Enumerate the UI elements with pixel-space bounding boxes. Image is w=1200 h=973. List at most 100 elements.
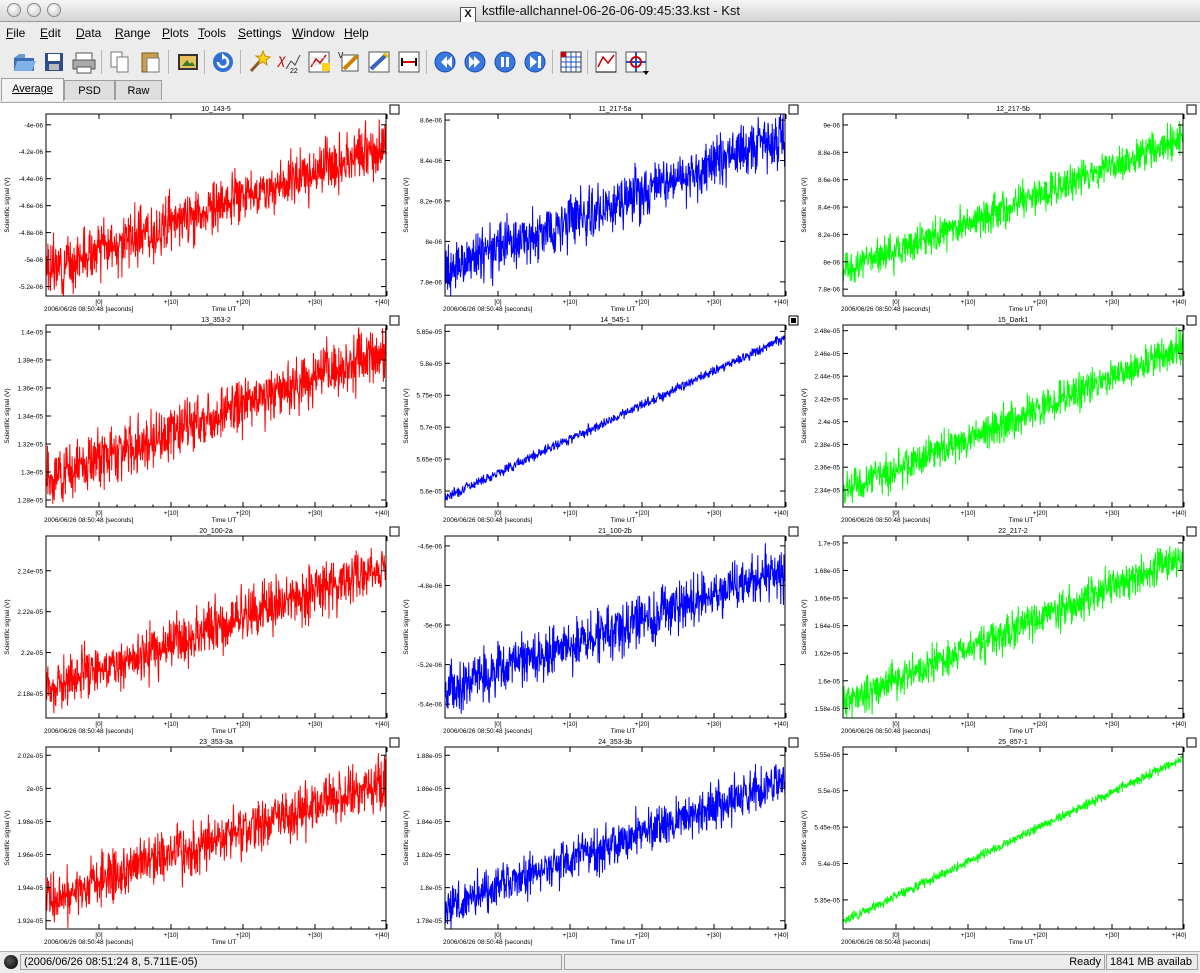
y-tick-label: 2.2e-05 [21,650,43,657]
end-icon[interactable] [522,49,548,75]
plot-select-checkbox[interactable] [1186,315,1197,326]
copy-icon[interactable] [107,49,133,75]
y-tick-label: 5.7e-05 [420,425,442,432]
print-icon[interactable] [71,49,97,75]
x-axis-label: Time UT [1009,517,1034,524]
layout-mode-icon[interactable] [558,49,584,75]
open-icon[interactable] [11,49,37,75]
y-tick-label: 9e-06 [823,122,840,129]
paste-icon[interactable] [137,49,163,75]
plot-select-checkbox[interactable] [389,104,400,115]
tab-raw[interactable]: Raw [115,80,162,100]
plot-select-checkbox[interactable] [389,526,400,537]
plot-14_545-1[interactable]: 14_545-1 Scientific signal (V) 5.85e-05 5.8… [403,315,799,524]
y-tick-label: -4.4e-06 [19,176,44,183]
plot-select-checkbox[interactable] [1186,526,1197,537]
export-icon[interactable] [175,49,201,75]
menu-bar: File Edit Data Range Plots Tools Settings Windo… [0,22,1200,44]
plot-area: 10_143-5 Scientific signal (V) -4e-06 -4.2e… [0,102,1200,951]
x-origin-label: 2006/06/26 08:50:48 [seconds] [44,939,133,946]
plot-title: 11_217-5a [599,106,632,113]
y-tick-label: 2.34e-05 [814,487,840,494]
y-tick-label: 8.8e-06 [818,150,840,157]
plot-23_353-3a[interactable]: 23_353-3a Scientific signal (V) 2.02e-05 2e… [4,737,400,946]
graphics-mode-icon[interactable] [623,49,649,75]
plot-select-checkbox[interactable] [1186,737,1197,748]
x-tick-label: +[20] [236,932,251,939]
menu-data[interactable]: Data [76,26,101,40]
data-curve [842,545,1184,719]
x-tick-label: +[30] [707,510,722,517]
xy-zoom-icon[interactable] [593,49,619,75]
data-wizard-icon[interactable] [246,49,272,75]
pause-icon[interactable] [492,49,518,75]
window-title: kstfile-allchannel-06-26-06-09:45:33.kst… [482,3,740,18]
coords-readout: (2006/06/26 08:51:24 8, 5.711E-05) [20,954,562,970]
y-tick-label: 1.78e-05 [416,918,442,925]
plot-20_100-2a[interactable]: 20_100-2a Scientific signal (V) 2.24e-05 2.… [4,526,400,735]
menu-edit[interactable]: Edit [40,26,61,40]
x-tick-label: +[40] [774,932,789,939]
svg-text:χ: χ [276,51,286,67]
zoom-range-icon[interactable] [396,49,422,75]
plot-10_143-5[interactable]: 10_143-5 Scientific signal (V) -4e-06 -4.2e… [4,104,400,313]
x-tick-label: +[30] [308,510,323,517]
plot-select-checkbox[interactable] [788,526,799,537]
menu-settings[interactable]: Settings [238,26,281,40]
plot-21_100-2b[interactable]: 21_100-2b Scientific signal (V) -4.6e-06 -4… [403,526,799,735]
x-origin-label: 2006/06/26 08:50:48 [seconds] [841,939,930,946]
plot-11_217-5a[interactable]: 11_217-5a Scientific signal (V) 8.6e-06 8.4… [403,104,799,313]
back-icon[interactable] [432,49,458,75]
reload-icon[interactable] [210,49,236,75]
x-axis-label: Time UT [1009,728,1034,735]
x-tick-label: +[40] [375,510,390,517]
plugin-icon[interactable]: χ 22 [276,49,302,75]
plot-22_217-2[interactable]: 22_217-2 Scientific signal (V) 1.7e-05 1.68… [801,526,1197,735]
y-axis-label: Scientific signal (V) [801,177,808,232]
y-tick-label: 1.82e-05 [416,852,442,859]
save-icon[interactable] [41,49,67,75]
edit-plot-icon[interactable] [366,49,392,75]
y-tick-label: 1.4e-05 [21,330,43,337]
plot-select-checkbox[interactable] [788,104,799,115]
y-axis-label: Scientific signal (V) [4,810,11,865]
x-tick-label: +[10] [563,299,578,306]
y-axis-label: Scientific signal (V) [801,388,808,443]
title-bar: Xkstfile-allchannel-06-26-06-09:45:33.ks… [0,0,1200,23]
y-tick-label: 2.42e-05 [814,396,840,403]
menu-tools[interactable]: Tools [198,26,226,40]
plot-15_Dark1[interactable]: 15_Dark1 Scientific signal (V) 2.48e-05 2.4… [801,315,1197,524]
tab-average[interactable]: Average [1,78,64,101]
toolbar-separator [101,50,102,74]
plot-title: 12_217-5b [996,106,1030,113]
new-vector-icon[interactable]: V [336,49,362,75]
x-tick-label: [0] [494,721,501,728]
new-plot-icon[interactable] [306,49,332,75]
menu-file[interactable]: File [6,26,25,40]
tab-psd[interactable]: PSD [64,80,115,100]
plot-12_217-5b[interactable]: 12_217-5b Scientific signal (V) 9e-06 8.8e-… [801,104,1197,313]
plot-select-checkbox[interactable] [788,737,799,748]
plot-select-checkbox[interactable] [1186,104,1197,115]
forward-icon[interactable] [462,49,488,75]
plot-24_353-3b[interactable]: 24_353-3b Scientific signal (V) 1.88e-05 1.… [403,737,799,946]
plot-title: 24_353-3b [598,739,632,746]
plot-select-checkbox[interactable] [389,737,400,748]
y-tick-label: 1.36e-05 [17,386,43,393]
menu-help[interactable]: Help [344,26,369,40]
menu-window[interactable]: Window [292,26,335,40]
menu-plots[interactable]: Plots [162,26,189,40]
x-tick-label: +[40] [1172,932,1187,939]
toolbar-separator [240,50,241,74]
x-origin-label: 2006/06/26 08:50:48 [seconds] [44,728,133,735]
x-tick-label: +[10] [961,299,976,306]
menu-range[interactable]: Range [115,26,150,40]
x-tick-label: +[40] [774,721,789,728]
plot-25_857-1[interactable]: 25_857-1 Scientific signal (V) 5.55e-05 5.5… [801,737,1197,946]
data-curve [45,119,387,297]
plot-select-checkbox[interactable] [389,315,400,326]
y-tick-label: 2.46e-05 [814,351,840,358]
y-axis-label: Scientific signal (V) [403,599,410,654]
plot-13_353-2[interactable]: 13_353-2 Scientific signal (V) 1.4e-05 1.38… [4,315,400,524]
x-tick-label: [0] [892,932,899,939]
